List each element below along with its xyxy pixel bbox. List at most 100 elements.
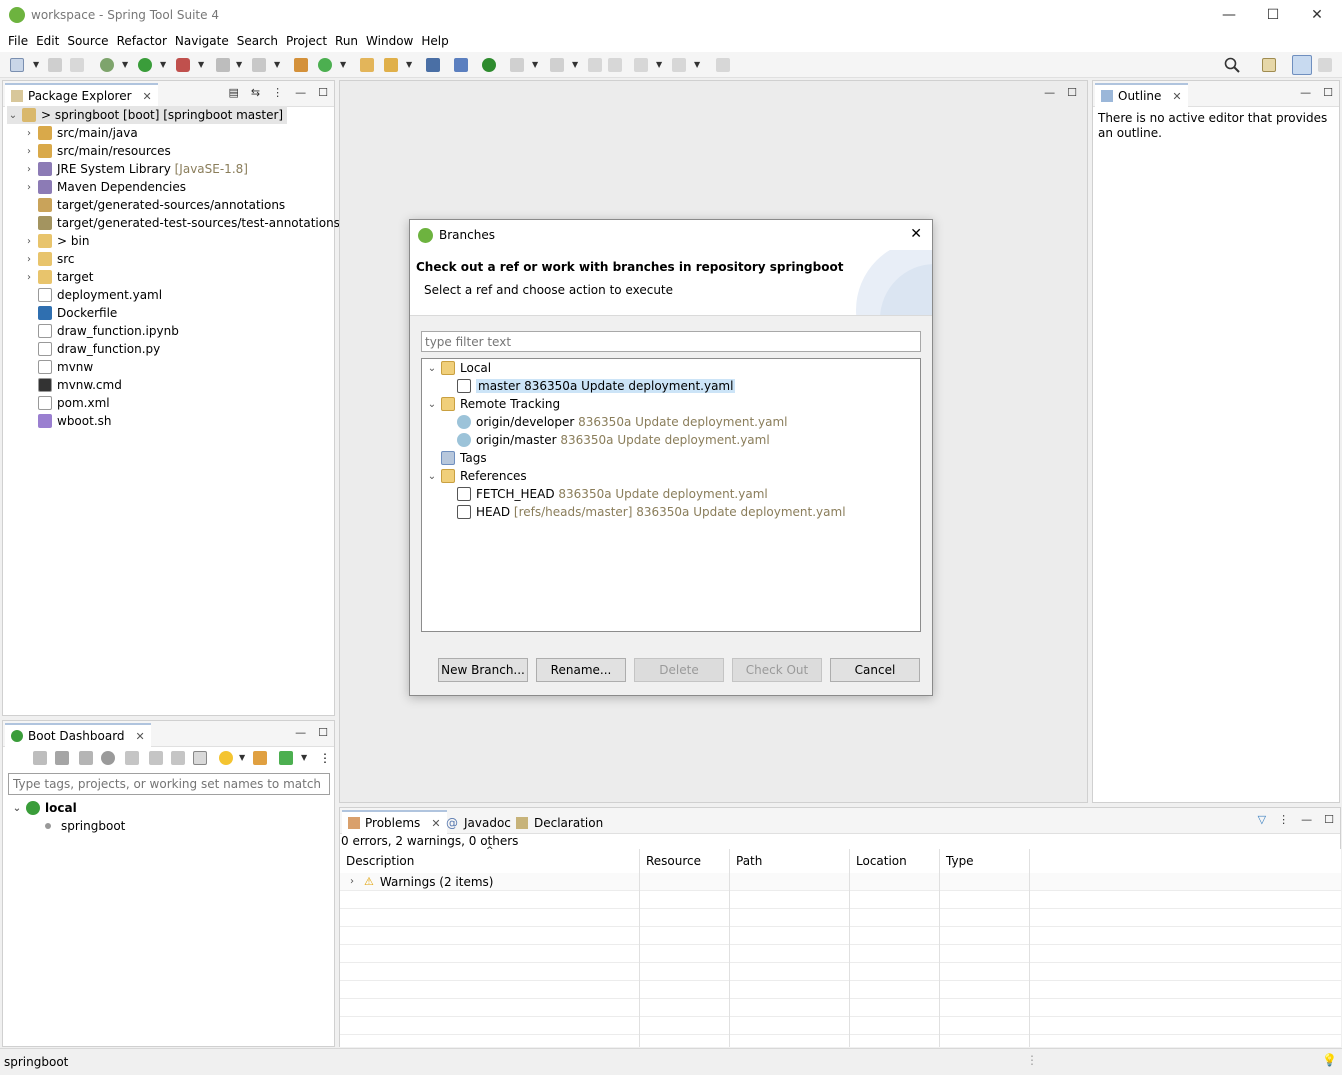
tip-lightbulb-icon[interactable]: 💡 — [1322, 1053, 1337, 1067]
delete-button[interactable]: Delete — [634, 658, 724, 682]
tab-package-explorer[interactable]: Package Explorer ✕ — [5, 83, 158, 107]
list-item[interactable]: › src/main/java — [23, 124, 138, 142]
minimize-icon[interactable]: — — [1206, 0, 1252, 30]
tab-outline[interactable]: Outline ✕ — [1095, 83, 1188, 107]
lightbulb-icon[interactable] — [219, 751, 233, 765]
add-icon[interactable] — [279, 751, 293, 765]
project-root[interactable]: ⌄ > springboot [boot] [springboot master… — [7, 106, 288, 124]
previous-annotation-icon[interactable] — [550, 58, 564, 72]
list-item[interactable]: › src/main/resources — [23, 142, 171, 160]
list-item[interactable]: mvnw.cmd — [23, 376, 122, 394]
checkout-button[interactable]: Check Out — [732, 658, 822, 682]
chevron-down-icon[interactable]: ⌄ — [426, 471, 438, 482]
close-icon[interactable]: ✕ — [1172, 90, 1181, 103]
external-tools-icon[interactable] — [176, 58, 190, 72]
new-branch-button[interactable]: New Branch... — [438, 658, 528, 682]
tree-node-remote-tracking[interactable]: ⌄ Remote Tracking — [426, 395, 560, 413]
back-icon[interactable] — [634, 58, 648, 72]
list-item[interactable]: mvnw — [23, 358, 93, 376]
tree-node-references[interactable]: ⌄ References — [426, 467, 527, 485]
minimize-view-icon[interactable]: — — [1300, 86, 1311, 99]
list-item[interactable]: draw_function.ipynb — [23, 322, 179, 340]
ref-head[interactable]: HEAD [refs/heads/master] 836350a Update … — [454, 503, 846, 521]
menu-edit[interactable]: Edit — [32, 34, 63, 48]
search-tool-icon[interactable] — [454, 58, 468, 72]
tab-boot-dashboard[interactable]: Boot Dashboard ✕ — [5, 723, 151, 747]
sort-icon[interactable] — [253, 751, 267, 765]
chevron-down-icon[interactable]: ⌄ — [426, 363, 438, 374]
save-icon[interactable] — [48, 58, 62, 72]
column-type[interactable]: Type — [940, 849, 1030, 873]
minimize-editor-icon[interactable]: — — [1044, 86, 1055, 99]
list-item[interactable]: › JRE System Library [JavaSE-1.8] — [23, 160, 248, 178]
new-icon[interactable] — [10, 58, 24, 72]
list-item[interactable]: deployment.yaml — [23, 286, 162, 304]
branch-origin-developer[interactable]: origin/developer 836350a Update deployme… — [454, 413, 787, 431]
view-menu-icon[interactable]: ⋮ — [1278, 813, 1289, 826]
boot-dashboard-icon[interactable] — [482, 58, 496, 72]
list-item[interactable]: draw_function.py — [23, 340, 160, 358]
last-edit-icon[interactable] — [588, 58, 602, 72]
run-icon[interactable] — [138, 58, 152, 72]
menu-refactor[interactable]: Refactor — [113, 34, 171, 48]
java-perspective-icon[interactable] — [1292, 55, 1312, 75]
ref-fetch-head[interactable]: FETCH_HEAD 836350a Update deployment.yam… — [454, 485, 768, 503]
list-item[interactable]: wboot.sh — [23, 412, 112, 430]
maximize-view-icon[interactable]: ☐ — [1323, 86, 1333, 99]
chevron-down-icon[interactable]: ⌄ — [426, 399, 438, 410]
branch-master[interactable]: master 836350a Update deployment.yaml — [454, 377, 736, 395]
chevron-down-icon[interactable]: ⌄ — [7, 110, 19, 121]
tab-problems[interactable]: Problems ✕ — [342, 810, 447, 834]
maximize-view-icon[interactable]: ☐ — [1324, 813, 1334, 826]
properties-icon[interactable] — [193, 751, 207, 765]
maximize-icon[interactable]: ☐ — [1250, 0, 1296, 30]
rename-button[interactable]: Rename... — [536, 658, 626, 682]
tab-declaration[interactable]: Declaration — [516, 812, 603, 834]
collapse-all-icon[interactable]: ▤ — [229, 86, 239, 99]
column-path[interactable]: Path — [730, 849, 850, 873]
boot-filter-field[interactable] — [9, 774, 329, 794]
menu-navigate[interactable]: Navigate — [171, 34, 233, 48]
open-browser-icon[interactable] — [101, 751, 115, 765]
table-row[interactable]: › ⚠ Warnings (2 items) — [340, 873, 1341, 891]
branch-filter-field[interactable] — [422, 332, 920, 351]
list-item[interactable]: › target — [23, 268, 94, 286]
local-target[interactable]: ⌄ local — [11, 799, 77, 817]
list-item[interactable]: target/generated-sources/annotations — [23, 196, 285, 214]
close-icon[interactable]: ✕ — [136, 730, 145, 743]
list-item[interactable]: target/generated-test-sources/test-annot… — [23, 214, 340, 232]
minimize-view-icon[interactable]: — — [1301, 813, 1312, 826]
new-class-icon[interactable] — [318, 58, 332, 72]
git-perspective-icon[interactable] — [1318, 58, 1332, 72]
menu-source[interactable]: Source — [63, 34, 112, 48]
search-icon[interactable] — [1224, 57, 1240, 73]
debug-icon[interactable] — [100, 58, 114, 72]
list-item[interactable]: › > bin — [23, 232, 89, 250]
next-annotation-icon[interactable] — [510, 58, 524, 72]
open-config-icon[interactable] — [149, 751, 163, 765]
save-all-icon[interactable] — [70, 58, 84, 72]
open-type-icon[interactable] — [360, 58, 374, 72]
close-window-icon[interactable]: ✕ — [1294, 0, 1340, 30]
menu-run[interactable]: Run — [331, 34, 362, 48]
cancel-button[interactable]: Cancel — [830, 658, 920, 682]
edit-icon[interactable] — [171, 751, 185, 765]
boot-filter-input[interactable] — [8, 773, 330, 795]
open-console-icon[interactable] — [125, 751, 139, 765]
connect-icon[interactable] — [252, 58, 266, 72]
close-icon[interactable]: ✕ — [143, 90, 152, 103]
maximize-editor-icon[interactable]: ☐ — [1067, 86, 1077, 99]
tree-node-local[interactable]: ⌄ Local — [426, 359, 491, 377]
menu-help[interactable]: Help — [417, 34, 452, 48]
tree-node-tags[interactable]: Tags — [438, 449, 487, 467]
pin-editor-icon[interactable] — [716, 58, 730, 72]
menu-file[interactable]: File — [4, 34, 32, 48]
forward-edit-icon[interactable] — [608, 58, 622, 72]
list-item[interactable]: Dockerfile — [23, 304, 117, 322]
filter-icon[interactable]: ▽ — [1258, 813, 1266, 826]
open-task-icon[interactable] — [384, 58, 398, 72]
forward-icon[interactable] — [672, 58, 686, 72]
maximize-view-icon[interactable]: ☐ — [318, 726, 328, 739]
stop-icon[interactable] — [216, 58, 230, 72]
dialog-close-icon[interactable]: ✕ — [910, 226, 922, 242]
